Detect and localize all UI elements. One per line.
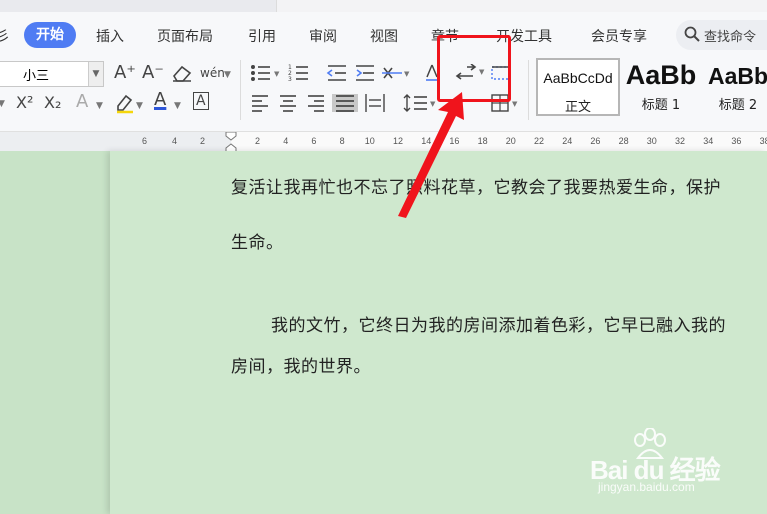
ruler-tick: 4: [283, 136, 289, 146]
search-icon: [684, 26, 700, 42]
watermark-url: jingyan.baidu.com: [598, 480, 695, 494]
tab-page-layout[interactable]: 页面布局: [157, 26, 213, 46]
tab-partial[interactable]: 彡: [0, 26, 10, 46]
font-size-select[interactable]: 小三 ▼: [0, 61, 104, 87]
tab-view[interactable]: 视图: [370, 26, 398, 46]
ruler-tick: 2: [255, 136, 261, 146]
paragraph-line: 我的文竹，它终日为我的房间添加着色彩，它早已融入我的: [271, 316, 726, 336]
tab-member[interactable]: 会员专享: [591, 26, 647, 46]
style-sample: AaBb: [625, 60, 697, 90]
tab-review[interactable]: 审阅: [309, 26, 337, 46]
annotation-arrow: [398, 92, 464, 218]
ruler-tick: 20: [505, 136, 516, 146]
document-tab[interactable]: [0, 0, 277, 12]
style-sample: AaBb: [707, 63, 767, 89]
search-input[interactable]: 查找命令: [704, 26, 756, 45]
style-label: 正文: [564, 100, 591, 115]
eraser-icon[interactable]: [171, 64, 193, 82]
superscript-button[interactable]: X²: [16, 93, 33, 113]
ruler[interactable]: 6 4 2 2468101214161820222426283032343638: [0, 131, 767, 152]
tab-insert[interactable]: 插入: [96, 26, 124, 46]
align-icon[interactable]: [250, 94, 398, 112]
svg-text:▼: ▼: [274, 70, 280, 78]
paragraph-line: 生命。: [231, 233, 284, 253]
chevron-down-icon[interactable]: ▼: [174, 96, 181, 116]
style-label: 标题 1: [641, 98, 681, 113]
ruler-tick: 6: [311, 136, 317, 146]
grow-font-button[interactable]: A⁺: [114, 63, 136, 83]
svg-text:▼: ▼: [404, 70, 410, 78]
ruler-tick: 36: [731, 136, 742, 146]
ruler-tick: 34: [703, 136, 714, 146]
chevron-down-icon[interactable]: ▼: [88, 62, 103, 86]
ruler-tick: 2: [200, 136, 206, 146]
tab-references[interactable]: 引用: [248, 26, 276, 46]
font-size-value: 小三: [23, 69, 50, 84]
chevron-down-icon[interactable]: ▼: [0, 94, 5, 114]
ruler-tick: 6: [142, 136, 148, 146]
font-color-button[interactable]: A: [154, 90, 166, 110]
title-strip: [0, 0, 767, 12]
ruler-tick: 38: [759, 136, 767, 146]
style-label: 标题 2: [718, 98, 758, 113]
phonetic-guide-button[interactable]: wén: [200, 63, 225, 83]
svg-text:3: 3: [288, 76, 292, 82]
shrink-font-button[interactable]: A⁻: [142, 63, 164, 83]
chevron-down-icon[interactable]: ▼: [224, 65, 231, 85]
highlighter-icon[interactable]: [114, 92, 136, 114]
ruler-tick: 28: [618, 136, 629, 146]
divider: [528, 60, 529, 120]
ruler-tick: 24: [562, 136, 573, 146]
search-box[interactable]: 查找命令: [676, 20, 767, 50]
style-heading-1[interactable]: AaBb 标题 1: [622, 58, 700, 116]
page-margin-shade: [0, 151, 110, 514]
style-normal[interactable]: AaBbCcDd 正文: [536, 58, 620, 116]
ribbon: 彡 开始 插入 页面布局 引用 审阅 视图 章节 开发工具 会员专享 查找命令 …: [0, 0, 767, 131]
ruler-tick: 10: [364, 136, 375, 146]
indent-icon[interactable]: ▼: [326, 64, 416, 82]
ruler-tick: 8: [339, 136, 345, 146]
paragraph-line: 房间，我的世界。: [231, 357, 371, 377]
subscript-button[interactable]: X₂: [44, 93, 61, 113]
style-sample: AaBbCcDd: [543, 70, 613, 86]
char-shading-button[interactable]: A: [193, 92, 209, 110]
chevron-down-icon[interactable]: ▼: [96, 96, 103, 116]
ruler-tick: 26: [590, 136, 601, 146]
style-heading-2[interactable]: AaBb 标题 2: [700, 58, 767, 116]
text-effect-button[interactable]: A: [76, 92, 88, 112]
chevron-down-icon[interactable]: ▼: [136, 96, 143, 116]
svg-text:▼: ▼: [512, 100, 518, 108]
styles-gallery: AaBbCcDd 正文 AaBb 标题 1 AaBb 标题 2: [536, 58, 767, 118]
ruler-tick: 30: [646, 136, 657, 146]
ruler-tick: 32: [675, 136, 686, 146]
ruler-tick: 22: [534, 136, 545, 146]
divider: [240, 60, 241, 120]
menu-bar: 彡 开始 插入 页面布局 引用 审阅 视图 章节 开发工具 会员专享: [0, 20, 767, 50]
tab-home[interactable]: 开始: [24, 22, 76, 48]
bullet-list-icon[interactable]: ▼ 1 2 3: [250, 64, 312, 82]
indent-marker-icon[interactable]: [225, 132, 237, 152]
ruler-tick: 4: [172, 136, 178, 146]
